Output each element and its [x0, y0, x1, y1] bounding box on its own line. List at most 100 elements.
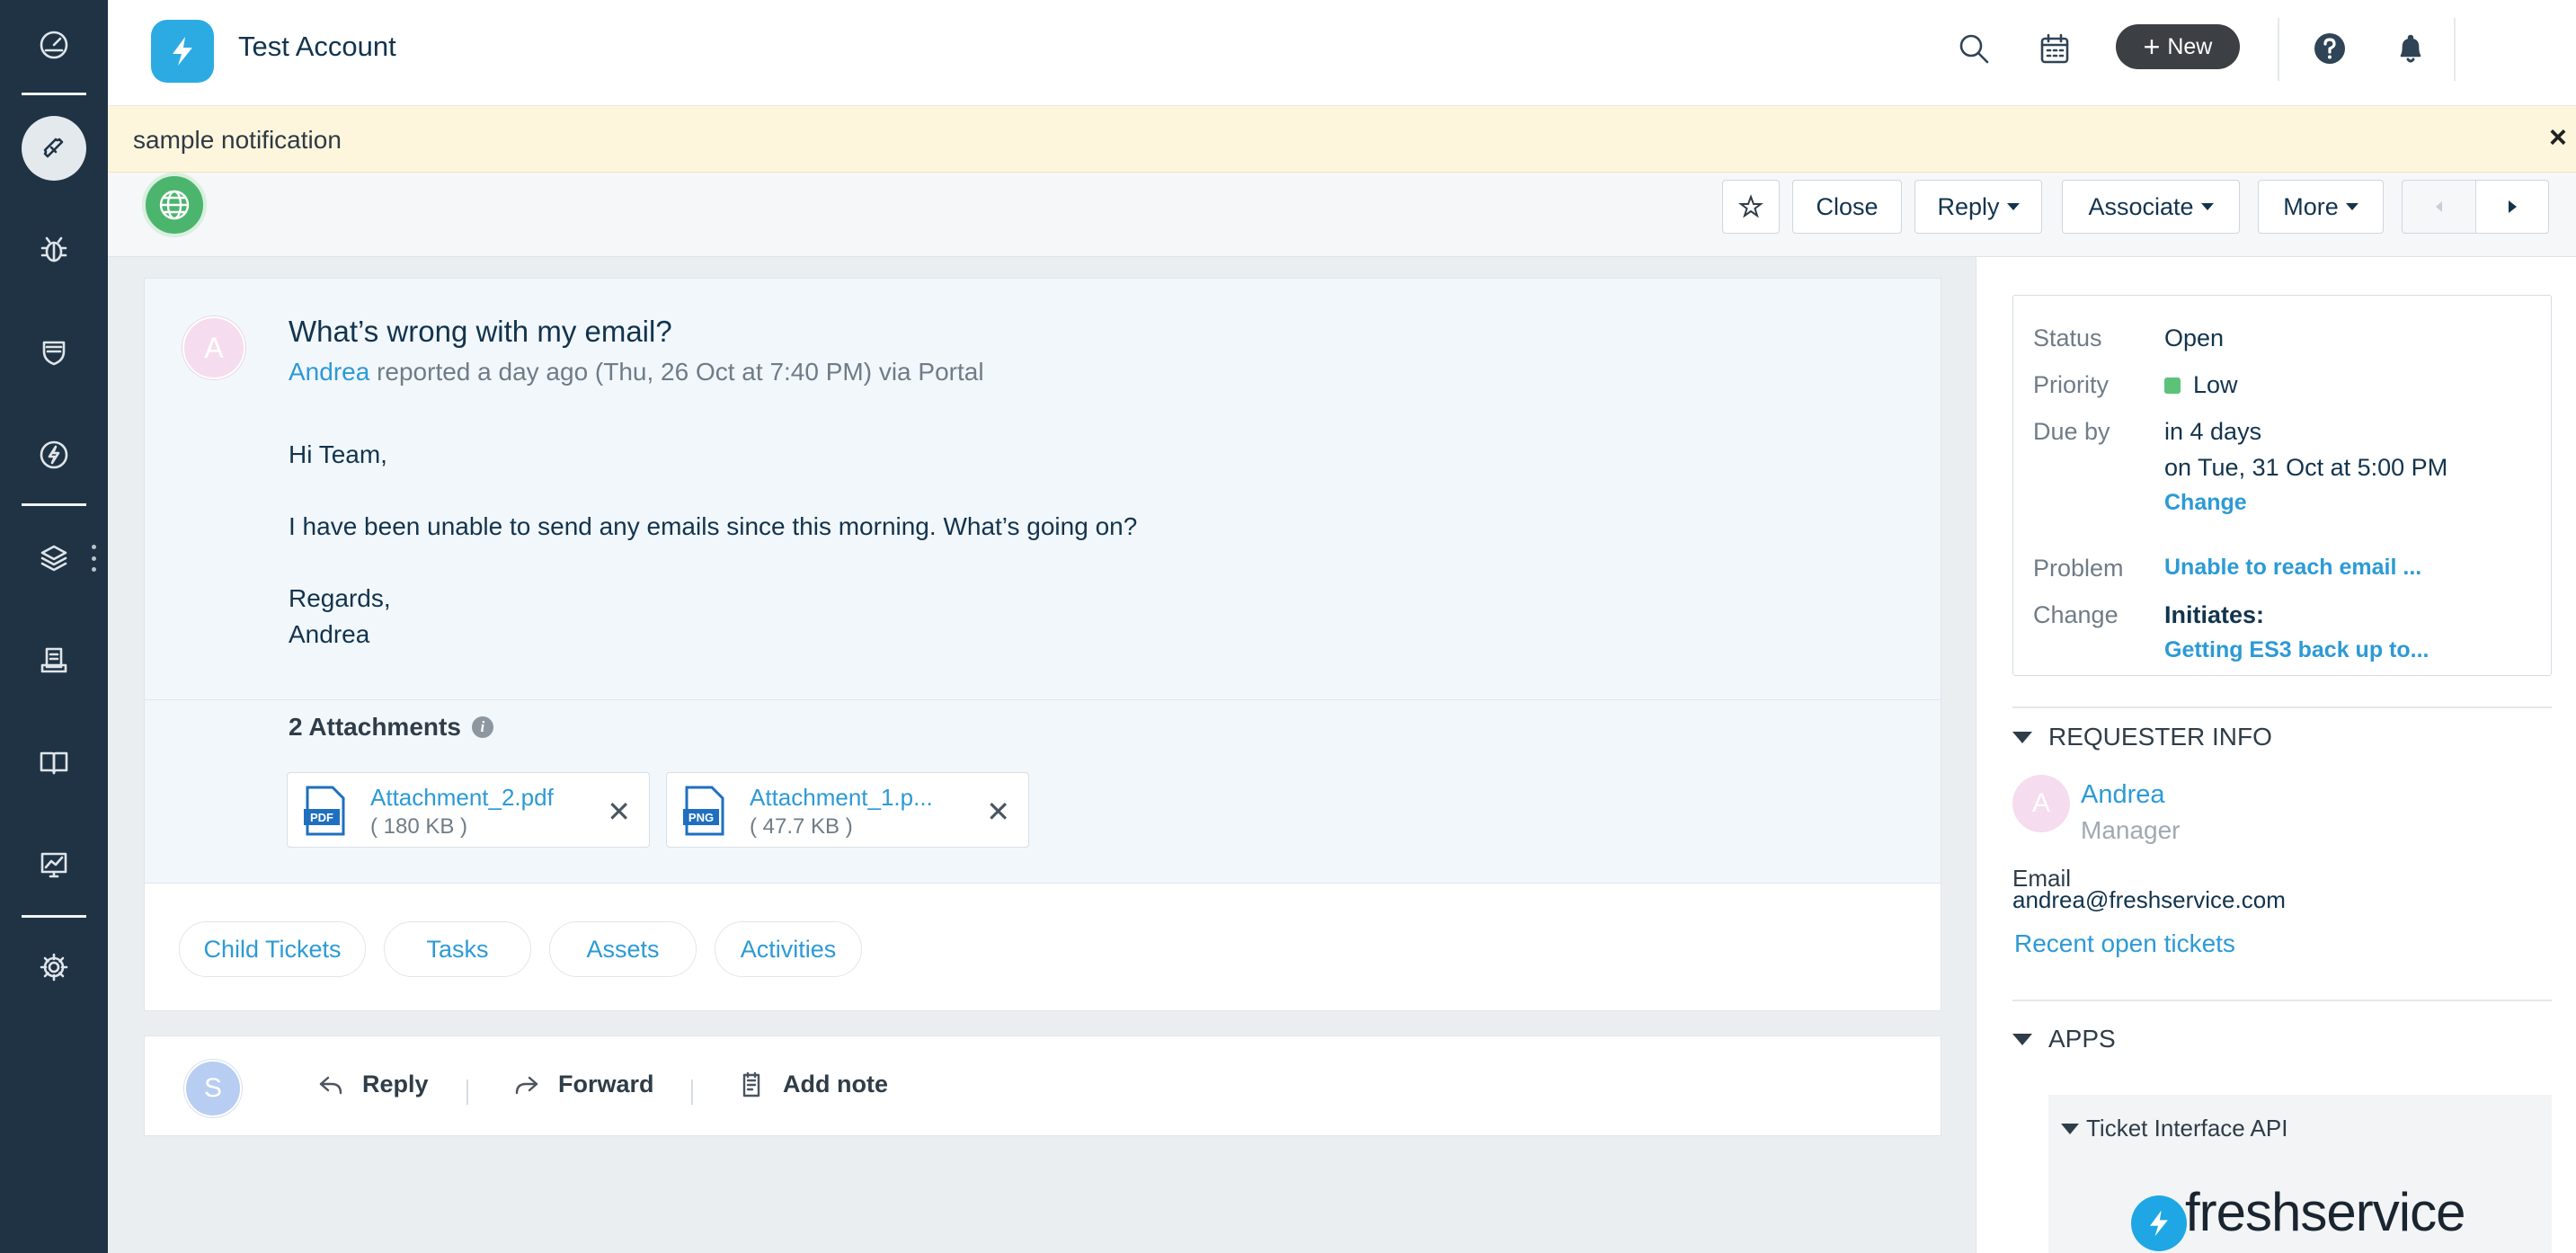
remove-attachment-icon[interactable]: ✕ — [986, 795, 1010, 829]
problems-icon[interactable] — [0, 214, 108, 286]
forward-button[interactable]: Forward — [513, 1071, 654, 1098]
attachment-size: ( 180 KB ) — [370, 814, 468, 839]
caret-down-icon — [2345, 203, 2358, 210]
contracts-icon[interactable] — [0, 624, 108, 696]
note-icon — [742, 1071, 760, 1097]
reply-button[interactable]: Reply — [317, 1071, 429, 1098]
requester-email: andrea@freshservice.com — [2012, 886, 2286, 913]
reply-bar: S Reply Forward Add note — [144, 1035, 1941, 1136]
reply-divider — [691, 1080, 693, 1105]
apps-title: APPS — [2048, 1025, 2116, 1053]
plus-icon: + — [2143, 31, 2161, 63]
caret-down-icon — [2200, 203, 2214, 210]
tab-assets[interactable]: Assets — [549, 921, 697, 977]
requester-name-link[interactable]: Andrea — [289, 358, 369, 386]
notification-banner: sample notification × — [108, 106, 2576, 173]
change-label: Change — [2033, 601, 2119, 628]
star-button[interactable] — [1722, 180, 1780, 234]
star-icon — [1738, 194, 1763, 218]
problem-label: Problem — [2033, 555, 2124, 582]
attachments-count-label: 2 Attachments — [289, 713, 461, 741]
close-icon[interactable]: × — [2549, 120, 2567, 156]
tickets-icon[interactable] — [0, 112, 108, 184]
change-due-link[interactable]: Change — [2164, 490, 2247, 516]
account-title: Test Account — [238, 31, 396, 62]
change-initiates: Initiates: — [2164, 601, 2265, 628]
ticket-properties: Status Open Priority Low Due by in 4 day… — [2012, 295, 2552, 676]
previous-ticket-button[interactable] — [2402, 180, 2475, 234]
header-divider — [2278, 18, 2279, 81]
notifications-bell-icon[interactable] — [2389, 27, 2432, 70]
reply-dropdown-button[interactable]: Reply — [1914, 180, 2042, 234]
associate-dropdown-button[interactable]: Associate — [2062, 180, 2240, 234]
body-greeting: Hi Team, — [289, 440, 387, 468]
freshservice-logo-icon — [2131, 1195, 2187, 1251]
tab-child-tickets[interactable]: Child Tickets — [179, 921, 366, 977]
triangle-down-icon — [2061, 1123, 2079, 1134]
body-signoff: Regards, — [289, 584, 391, 612]
info-icon[interactable]: i — [471, 716, 493, 738]
priority-label: Priority — [2033, 371, 2110, 398]
forward-label: Forward — [558, 1071, 654, 1097]
dashboard-icon[interactable] — [0, 9, 108, 81]
attachment-item[interactable]: PDF Attachment_2.pdf ( 180 KB ) ✕ — [287, 772, 650, 848]
sidebar-more-dots[interactable] — [91, 545, 96, 572]
calendar-icon[interactable] — [2033, 27, 2076, 70]
changes-icon[interactable] — [0, 316, 108, 388]
attachment-name-link[interactable]: Attachment_2.pdf — [370, 784, 554, 812]
ticket-conversation-card: A What’s wrong with my email? Andrea rep… — [144, 278, 1941, 1011]
sidebar-divider — [22, 503, 86, 506]
ticket-details-panel: Status Open Priority Low Due by in 4 day… — [1976, 257, 2576, 1253]
close-ticket-button[interactable]: Close — [1792, 180, 1902, 234]
change-link[interactable]: Getting ES3 back up to... — [2164, 637, 2429, 663]
attachment-item[interactable]: PNG Attachment_1.p... ( 47.7 KB ) ✕ — [666, 772, 1029, 848]
body-message: I have been unable to send any emails si… — [289, 512, 1138, 540]
ticket-action-bar: Close Reply Associate More — [108, 173, 2576, 257]
requester-name-link[interactable]: Andrea — [2081, 780, 2165, 810]
priority-value: Low — [2164, 371, 2238, 399]
freshservice-logo-icon[interactable] — [151, 20, 214, 83]
tab-activities[interactable]: Activities — [715, 921, 862, 977]
section-divider — [2012, 706, 2552, 708]
add-note-label: Add note — [783, 1071, 888, 1097]
ticket-body: Hi Team, I have been unable to send any … — [289, 437, 1137, 653]
next-ticket-button[interactable] — [2475, 180, 2549, 234]
png-file-icon: PNG — [683, 786, 724, 836]
help-icon[interactable] — [2308, 27, 2351, 70]
releases-icon[interactable] — [0, 419, 108, 491]
chevron-left-icon — [2435, 201, 2442, 212]
status-label: Status — [2033, 324, 2102, 351]
triangle-down-icon — [2012, 1033, 2032, 1045]
reports-icon[interactable] — [0, 829, 108, 901]
new-button-label: New — [2167, 33, 2213, 59]
priority-low-indicator — [2164, 378, 2181, 394]
tab-tasks[interactable]: Tasks — [384, 921, 531, 977]
recent-open-tickets-link[interactable]: Recent open tickets — [2014, 929, 2235, 958]
requester-role: Manager — [2081, 816, 2181, 844]
more-dropdown-label: More — [2283, 192, 2339, 220]
more-dropdown-button[interactable]: More — [2258, 180, 2384, 234]
attachment-name-link[interactable]: Attachment_1.p... — [750, 784, 933, 812]
problem-link[interactable]: Unable to reach email ... — [2164, 555, 2421, 581]
section-divider — [2012, 1000, 2552, 1001]
solutions-icon[interactable] — [0, 726, 108, 798]
remove-attachment-icon[interactable]: ✕ — [607, 795, 631, 829]
forward-icon — [515, 1076, 538, 1094]
admin-icon[interactable] — [0, 931, 108, 1003]
close-ticket-label: Close — [1816, 192, 1879, 220]
requester-info-toggle[interactable]: REQUESTER INFO — [2012, 723, 2272, 751]
ticket-meta: Andrea reported a day ago (Thu, 26 Oct a… — [289, 358, 984, 387]
search-icon[interactable] — [1952, 27, 1995, 70]
add-note-button[interactable]: Add note — [738, 1071, 888, 1098]
app-widget: Ticket Interface API freshservice — [2048, 1095, 2552, 1253]
new-button[interactable]: + New — [2116, 24, 2240, 69]
freshservice-brand-text: freshservice — [2185, 1181, 2465, 1242]
ticket-description: A What’s wrong with my email? Andrea rep… — [145, 279, 1941, 699]
apps-toggle[interactable]: APPS — [2012, 1025, 2116, 1053]
requester-avatar: A — [182, 316, 245, 379]
due-by-label: Due by — [2033, 418, 2110, 445]
reply-icon — [319, 1076, 342, 1094]
sidebar-divider — [22, 93, 86, 95]
app-widget-toggle[interactable]: Ticket Interface API — [2061, 1115, 2287, 1142]
due-date: on Tue, 31 Oct at 5:00 PM — [2164, 454, 2448, 481]
